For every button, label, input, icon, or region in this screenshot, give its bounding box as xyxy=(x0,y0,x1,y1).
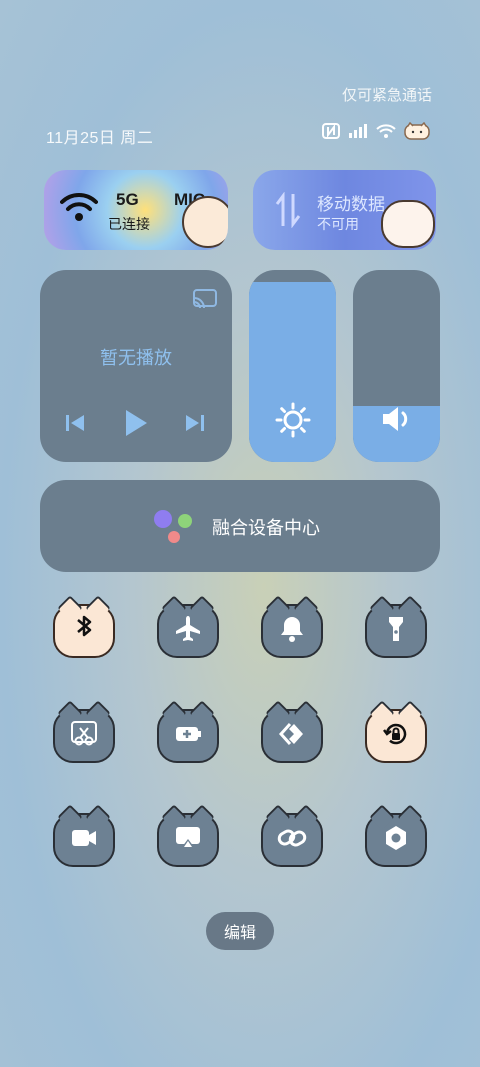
settings-icon xyxy=(381,823,411,858)
wifi-name: 5G xyxy=(116,190,139,209)
edit-button[interactable]: 编辑 xyxy=(206,912,274,950)
system-icons xyxy=(322,122,430,140)
cast-icon[interactable] xyxy=(192,288,218,310)
wifi-status-icon xyxy=(376,123,396,139)
signal-icon xyxy=(348,123,368,139)
toggle-flashlight[interactable] xyxy=(365,595,427,658)
mobile-data-status: 不可用 xyxy=(317,216,359,232)
wifi-status: 已连接 xyxy=(108,216,150,232)
brightness-icon xyxy=(275,402,311,438)
toggle-airplane[interactable] xyxy=(157,595,219,658)
volume-slider[interactable] xyxy=(353,270,440,462)
wifi-icon xyxy=(60,192,98,221)
media-player-card[interactable]: 暂无播放 xyxy=(40,270,232,462)
toggle-link[interactable] xyxy=(261,804,323,867)
bell-icon xyxy=(277,614,307,649)
bluetooth-icon xyxy=(69,614,99,649)
screenshot-icon xyxy=(69,719,99,754)
carrier-status: 仅可紧急通话 xyxy=(341,87,432,104)
airplane-icon xyxy=(173,614,203,649)
rotation-lock-icon xyxy=(381,719,411,754)
play-icon[interactable] xyxy=(123,408,149,438)
mobile-data-card[interactable]: 移动数据 不可用 xyxy=(253,170,436,250)
toggle-rotation-lock[interactable] xyxy=(365,700,427,763)
data-arrows-icon xyxy=(275,192,301,228)
toggle-screen-cast[interactable] xyxy=(157,804,219,867)
toggle-settings[interactable] xyxy=(365,804,427,867)
nfc-icon xyxy=(322,123,340,139)
battery-cat-icon xyxy=(404,122,430,140)
toggle-bell[interactable] xyxy=(261,595,323,658)
now-playing-label: 暂无播放 xyxy=(100,348,172,368)
previous-icon[interactable] xyxy=(64,412,86,434)
link-share-icon xyxy=(277,719,307,754)
toggle-bluetooth[interactable] xyxy=(53,595,115,658)
fusion-device-center[interactable]: 融合设备中心 xyxy=(40,480,440,572)
toggle-battery-saver[interactable] xyxy=(157,700,219,763)
flashlight-icon xyxy=(381,614,411,649)
next-icon[interactable] xyxy=(184,412,206,434)
fusion-label: 融合设备中心 xyxy=(212,518,320,538)
wifi-card[interactable]: 5G MIC 已连接 xyxy=(44,170,228,250)
cat-sticker-icon xyxy=(381,200,435,248)
cat-sticker-icon xyxy=(182,196,228,248)
volume-icon xyxy=(383,407,408,431)
toggle-screenshot[interactable] xyxy=(53,700,115,763)
toggle-screen-record[interactable] xyxy=(53,804,115,867)
screen-record-icon xyxy=(69,823,99,858)
brightness-slider[interactable] xyxy=(249,270,336,462)
device-dots-icon xyxy=(154,510,192,543)
toggle-link-share[interactable] xyxy=(261,700,323,763)
mobile-data-label: 移动数据 xyxy=(317,195,385,214)
screen-cast-icon xyxy=(173,823,203,858)
date-label: 11月25日 周二 xyxy=(46,130,154,147)
link-icon xyxy=(277,823,307,858)
battery-saver-icon xyxy=(173,719,203,754)
